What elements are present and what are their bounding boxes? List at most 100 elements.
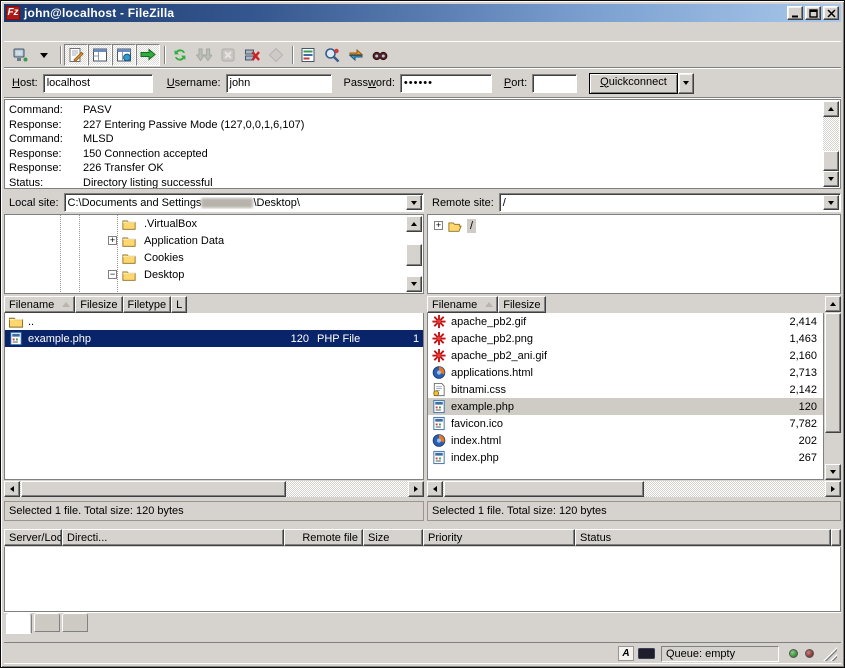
toolbar-button[interactable] [168, 44, 192, 66]
host-input[interactable]: localhost [43, 74, 153, 93]
file-row[interactable]: apache_pb2.png 1,463 [428, 330, 823, 347]
remote-site-combo[interactable]: / [499, 193, 841, 212]
file-row[interactable]: apache_pb2.gif 2,414 [428, 313, 823, 330]
column-header[interactable]: Filesize [498, 296, 545, 313]
toolbar-button[interactable] [289, 44, 295, 66]
log-scrollbar[interactable] [823, 101, 839, 187]
menu-item[interactable] [40, 30, 56, 34]
resize-grip[interactable] [823, 647, 837, 661]
file-row[interactable]: example.php 120 [428, 398, 823, 415]
toolbar-button[interactable] [88, 44, 112, 66]
file-row[interactable]: .. [5, 313, 423, 330]
toolbar-button[interactable] [8, 44, 32, 66]
menu-item[interactable] [24, 30, 40, 34]
column-header[interactable]: Status [575, 529, 831, 546]
titlebar[interactable]: Fz john@localhost - FileZilla [4, 4, 841, 22]
tree-item[interactable]: Cookies [108, 249, 406, 266]
scroll-down-icon[interactable] [823, 171, 839, 187]
minimize-button[interactable] [787, 6, 803, 20]
scroll-right-icon[interactable] [408, 481, 424, 497]
remote-hscrollbar[interactable] [427, 481, 841, 497]
toolbar-button[interactable] [64, 44, 88, 66]
file-row[interactable]: index.html 202 [428, 432, 823, 449]
maximize-button[interactable] [805, 6, 821, 20]
quickconnect-dropdown[interactable] [678, 73, 694, 94]
remote-vscrollbar[interactable] [825, 296, 841, 480]
toolbar-button[interactable] [216, 44, 240, 66]
quickconnect-button[interactable]: Quickconnect [589, 73, 678, 94]
scroll-thumb[interactable] [406, 244, 422, 266]
scroll-left-icon[interactable] [4, 481, 20, 497]
tree-item[interactable]: + Application Data [108, 232, 406, 249]
local-site-combo[interactable]: C:\Documents and Settings\Desktop\ [64, 193, 424, 212]
tree-item[interactable]: + / [434, 217, 838, 234]
transfer-type-ascii-icon[interactable]: A [618, 646, 634, 661]
queue-tab[interactable] [34, 613, 60, 632]
file-row[interactable]: index.php 267 [428, 449, 823, 466]
column-header[interactable] [831, 529, 841, 546]
file-row[interactable]: favicon.ico 7,782 [428, 415, 823, 432]
tree-item[interactable]: − Desktop [108, 266, 406, 283]
username-input[interactable]: john [226, 74, 332, 93]
tree-expander[interactable]: + [434, 221, 443, 230]
toolbar-button[interactable] [240, 44, 264, 66]
scroll-up-icon[interactable] [406, 216, 422, 232]
local-hscrollbar[interactable] [4, 481, 424, 497]
scroll-up-icon[interactable] [823, 101, 839, 117]
scroll-thumb[interactable] [823, 151, 839, 171]
scroll-left-icon[interactable] [427, 481, 443, 497]
local-tree-scrollbar[interactable] [406, 216, 422, 292]
column-header[interactable]: Priority [423, 529, 575, 546]
scroll-thumb[interactable] [21, 481, 286, 497]
scroll-up-icon[interactable] [825, 296, 841, 312]
toolbar-button[interactable] [112, 44, 136, 66]
column-header[interactable]: Filesize [75, 296, 122, 313]
menu-item[interactable] [104, 30, 120, 34]
file-row[interactable]: applications.html 2,713 [428, 364, 823, 381]
queue-tab[interactable] [6, 613, 32, 634]
scroll-down-icon[interactable] [825, 464, 841, 480]
toolbar-button[interactable] [320, 44, 344, 66]
toolbar-button[interactable] [32, 44, 56, 66]
file-row[interactable]: apache_pb2_ani.gif 2,160 [428, 347, 823, 364]
toolbar-button[interactable] [192, 44, 216, 66]
tree-item[interactable]: .VirtualBox [108, 215, 406, 232]
tree-expander[interactable]: + [108, 236, 117, 245]
speed-limit-icon[interactable] [638, 648, 655, 659]
tree-item-label: / [467, 219, 476, 233]
close-button[interactable] [823, 6, 839, 20]
scroll-right-icon[interactable] [825, 481, 841, 497]
port-input[interactable] [532, 74, 577, 93]
menu-item[interactable] [8, 30, 24, 34]
file-row[interactable]: example.php 120 PHP File 1 [5, 330, 423, 347]
column-header[interactable]: Size [363, 529, 423, 546]
file-row[interactable]: bitnami.css 2,142 [428, 381, 823, 398]
column-header[interactable]: Filetype [123, 296, 172, 313]
scroll-down-icon[interactable] [406, 276, 422, 292]
toolbar-button[interactable] [296, 44, 320, 66]
menu-item[interactable] [56, 30, 72, 34]
log-line-type: Response: [9, 147, 83, 162]
column-header[interactable]: L [171, 296, 187, 313]
queue-tab[interactable] [62, 613, 88, 632]
column-header[interactable]: Filename [427, 296, 498, 313]
column-header[interactable]: Server/Local file [4, 529, 62, 546]
menu-item[interactable] [88, 30, 104, 34]
menu-item[interactable] [72, 30, 88, 34]
toolbar-button[interactable] [344, 44, 368, 66]
chevron-down-icon[interactable] [406, 195, 422, 210]
scroll-thumb[interactable] [444, 481, 644, 497]
toolbar-button[interactable] [264, 44, 288, 66]
queue-body[interactable] [4, 547, 841, 612]
column-header[interactable]: Remote file [284, 529, 363, 546]
column-header[interactable]: Directi... [62, 529, 284, 546]
password-input[interactable]: •••••• [400, 74, 492, 93]
toolbar-button[interactable] [136, 44, 160, 66]
toolbar-button[interactable] [368, 44, 392, 66]
column-header[interactable]: Filename [4, 296, 75, 313]
tree-expander[interactable]: − [108, 270, 117, 279]
toolbar-button[interactable] [161, 44, 167, 66]
toolbar-button[interactable] [57, 44, 63, 66]
chevron-down-icon[interactable] [823, 195, 839, 210]
scroll-thumb[interactable] [825, 313, 841, 433]
